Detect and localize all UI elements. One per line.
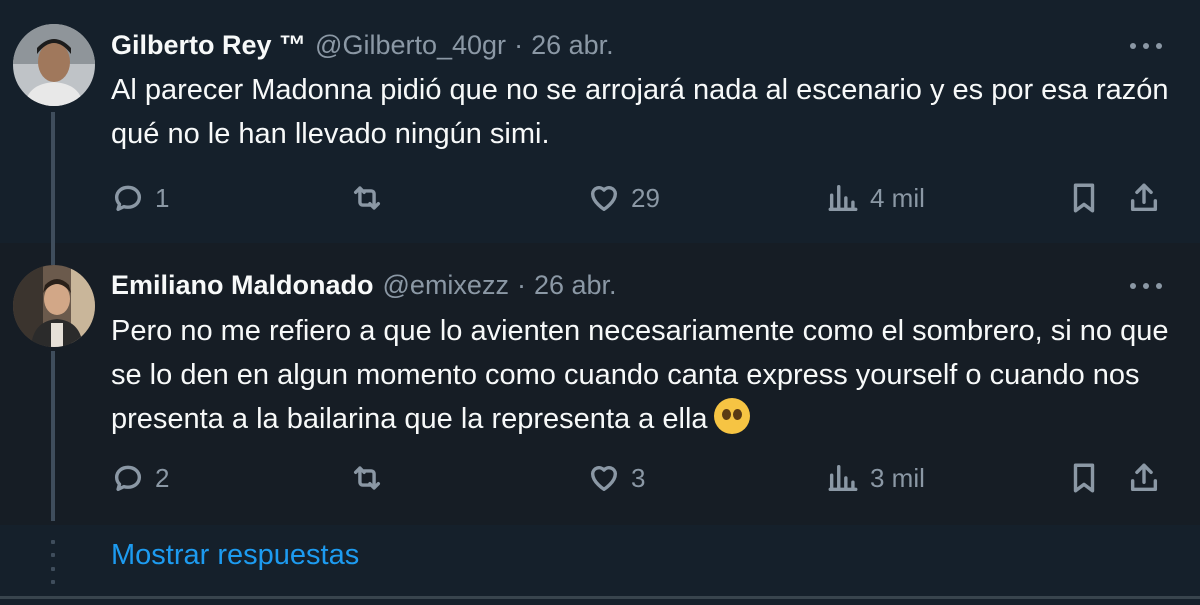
retweet-icon — [353, 186, 381, 210]
retweet-icon — [353, 466, 381, 490]
bookmark-icon — [1073, 463, 1095, 493]
like-count: 3 — [631, 462, 646, 493]
show-replies-row[interactable]: Mostrar respuestas — [0, 525, 1200, 595]
author-name[interactable]: Emiliano Maldonado — [111, 270, 374, 301]
views-icon — [828, 464, 858, 492]
like-button[interactable]: 29 — [587, 178, 660, 218]
reply-icon — [114, 465, 142, 492]
separator-dot: · — [516, 269, 526, 300]
separator-dot: · — [514, 29, 524, 60]
avatar[interactable] — [13, 24, 95, 106]
bookmark-button[interactable] — [1067, 458, 1101, 498]
tweet[interactable]: Emiliano Maldonado @emixezz · 26 abr. Pe… — [0, 243, 1200, 525]
more-icon[interactable] — [1130, 271, 1162, 301]
views-count: 4 mil — [870, 182, 925, 213]
author-handle[interactable]: @Gilberto_40gr — [315, 30, 506, 61]
reply-button[interactable]: 1 — [111, 178, 169, 218]
like-icon — [590, 466, 618, 492]
share-icon — [1130, 183, 1158, 212]
tweet-text: Pero no me refiero a que lo avienten nec… — [111, 309, 1171, 441]
tweet-text: Al parecer Madonna pidió que no se arroj… — [111, 74, 1169, 150]
thread-dots — [50, 540, 56, 584]
tweet-header: Gilberto Rey ™ @Gilberto_40gr · 26 abr. — [111, 25, 614, 65]
thread-line — [51, 243, 55, 265]
tweet[interactable]: Gilberto Rey ™ @Gilberto_40gr · 26 abr. … — [0, 0, 1200, 243]
reply-button[interactable]: 2 — [111, 458, 169, 498]
share-icon — [1130, 463, 1158, 492]
author-handle[interactable]: @emixezz — [383, 270, 509, 301]
pleading-face-emoji — [713, 398, 750, 434]
retweet-button[interactable] — [350, 458, 394, 498]
thread-line — [51, 112, 55, 243]
divider — [0, 596, 1200, 599]
reply-icon — [114, 185, 142, 212]
tweet-text-content: Pero no me refiero a que lo avienten nec… — [111, 315, 1169, 435]
avatar[interactable] — [13, 265, 95, 347]
tweet-header: Emiliano Maldonado @emixezz · 26 abr. — [111, 265, 617, 305]
like-icon — [590, 186, 618, 212]
views-button[interactable]: 4 mil — [826, 178, 925, 218]
views-count: 3 mil — [870, 462, 925, 493]
reply-count: 1 — [155, 182, 170, 213]
views-icon — [828, 184, 858, 212]
show-replies-link[interactable]: Mostrar respuestas — [111, 539, 359, 572]
like-button[interactable]: 3 — [587, 458, 645, 498]
bookmark-button[interactable] — [1067, 178, 1101, 218]
more-icon[interactable] — [1130, 31, 1162, 61]
bookmark-icon — [1073, 183, 1095, 213]
timestamp[interactable]: 26 abr. — [531, 30, 614, 61]
thread-line — [51, 351, 55, 521]
reply-count: 2 — [155, 462, 170, 493]
author-name[interactable]: Gilberto Rey ™ — [111, 30, 306, 61]
timestamp[interactable]: 26 abr. — [534, 270, 617, 301]
like-count: 29 — [631, 182, 660, 213]
share-button[interactable] — [1127, 458, 1161, 498]
views-button[interactable]: 3 mil — [826, 458, 925, 498]
retweet-button[interactable] — [350, 178, 394, 218]
share-button[interactable] — [1127, 178, 1161, 218]
